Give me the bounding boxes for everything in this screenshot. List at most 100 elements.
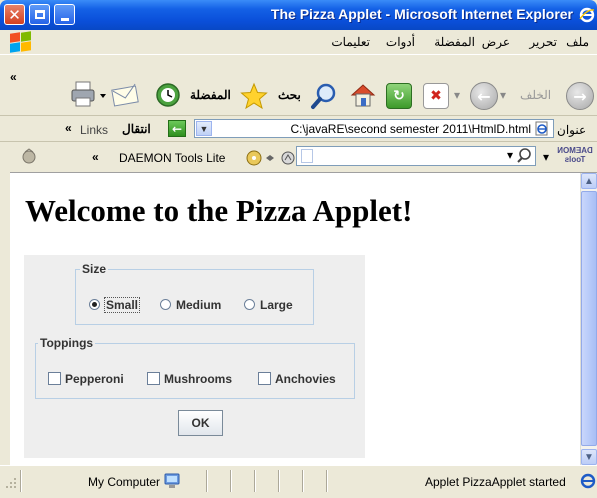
history-icon — [156, 83, 180, 107]
print-button[interactable] — [70, 80, 110, 110]
menu-bar: ملف تحرير عرض المفضلة أدوات تعليمات — [0, 30, 597, 55]
checkbox-mushrooms[interactable]: Mushrooms — [147, 371, 247, 387]
maximize-window-button[interactable] — [29, 4, 50, 25]
mail-icon — [111, 83, 139, 107]
radio-medium-indicator — [160, 299, 171, 310]
address-label: عنوان — [557, 123, 587, 137]
forward-arrow-icon: ← — [477, 86, 491, 106]
daemon-controls[interactable] — [244, 148, 304, 168]
daemon-menu-arrow-icon[interactable]: ▾ — [543, 150, 549, 164]
daemon-chevron[interactable]: « — [92, 150, 99, 164]
status-separator — [302, 470, 304, 492]
checkbox-pepperoni-label: Pepperoni — [65, 372, 124, 386]
daemon-search-dropdown-icon[interactable]: ▾ — [507, 148, 513, 162]
scroll-up-button[interactable]: ▲ — [581, 173, 597, 189]
checkbox-pepperoni[interactable]: Pepperoni — [48, 371, 136, 387]
daemon-search-field[interactable]: ▾ — [296, 146, 536, 166]
radio-medium-label: Medium — [176, 298, 222, 312]
menu-edit[interactable]: تحرير — [529, 35, 557, 49]
status-separator — [326, 470, 328, 492]
menu-help[interactable]: تعليمات — [331, 35, 370, 49]
resize-grip-icon[interactable] — [4, 472, 18, 490]
status-zone: My Computer — [88, 475, 161, 489]
radio-large-label: Large — [260, 298, 293, 312]
go-label: انتقال — [122, 122, 151, 136]
radio-small-label: Small — [104, 297, 141, 313]
checkbox-pepperoni-box — [48, 372, 61, 385]
status-text: Applet PizzaApplet started — [425, 475, 566, 489]
forward-dropdown-arrow-icon[interactable]: ▾ — [454, 88, 460, 102]
home-button[interactable] — [348, 80, 378, 110]
radio-medium[interactable]: Medium — [160, 297, 232, 313]
ie-status-icon — [580, 473, 596, 489]
daemon-lite-label[interactable]: DAEMON Tools Lite — [119, 151, 225, 165]
disc-icon — [246, 150, 295, 166]
stop-button[interactable]: ✖ — [423, 83, 449, 109]
address-dropdown-arrow-icon[interactable]: ▼ — [196, 121, 212, 136]
links-chevron[interactable]: « — [65, 121, 72, 135]
checkbox-anchovies-box — [258, 372, 271, 385]
go-arrow-icon: ← — [168, 120, 186, 137]
refresh-button[interactable]: ↻ — [386, 83, 412, 109]
back-arrow-icon: → — [566, 82, 594, 110]
search-icon — [311, 83, 336, 109]
address-url: C:\javaRE\second semester 2011\HtmlD.htm… — [290, 122, 531, 136]
minimize-icon — [60, 17, 69, 21]
toolbar-overflow-chevron[interactable]: « — [10, 70, 17, 84]
printer-icon — [71, 81, 106, 107]
mail-button[interactable] — [110, 80, 140, 110]
page-icon — [534, 121, 550, 136]
chevron-up-icon: ▲ — [584, 175, 594, 187]
home-icon — [350, 84, 376, 107]
size-legend: Size — [80, 262, 109, 276]
left-frame — [0, 172, 10, 465]
checkbox-mushrooms-label: Mushrooms — [164, 372, 233, 386]
radio-selected-dot — [92, 302, 97, 307]
radio-small-indicator — [89, 299, 100, 310]
computer-icon — [164, 473, 180, 489]
star-icon — [240, 82, 268, 110]
search-button[interactable]: بحث — [278, 80, 340, 110]
scroll-thumb[interactable] — [581, 191, 597, 446]
go-button[interactable]: انتقال ← — [118, 119, 190, 139]
menu-favorites[interactable]: المفضلة — [434, 35, 475, 49]
refresh-icon: ↻ — [393, 88, 405, 104]
status-separator — [206, 470, 208, 492]
ok-button[interactable]: OK — [178, 410, 223, 436]
links-label[interactable]: Links — [80, 123, 108, 137]
radio-small[interactable]: Small — [89, 297, 151, 313]
forward-button[interactable]: ← — [470, 82, 498, 110]
address-field[interactable]: ▼ C:\javaRE\second semester 2011\HtmlD.h… — [194, 119, 554, 138]
checkbox-anchovies-label: Anchovies — [275, 372, 336, 386]
status-separator — [230, 470, 232, 492]
status-separator — [278, 470, 280, 492]
chevron-down-icon: ▼ — [584, 451, 594, 463]
menu-tools[interactable]: أدوات — [386, 35, 415, 49]
back-button[interactable]: الخلف → — [514, 82, 594, 110]
scroll-down-button[interactable]: ▼ — [581, 449, 597, 465]
daemon-search-icon[interactable] — [516, 147, 532, 169]
back-label: الخلف — [520, 88, 552, 102]
page-heading: Welcome to the Pizza Applet! — [25, 193, 413, 228]
back-dropdown-arrow-icon[interactable]: ▾ — [500, 88, 506, 102]
radio-large[interactable]: Large — [244, 297, 304, 313]
close-icon: ✕ — [8, 5, 21, 24]
history-button[interactable] — [153, 80, 183, 110]
window-title: The Pizza Applet - Microsoft Internet Ex… — [270, 6, 573, 22]
daemon-search-input[interactable] — [301, 149, 313, 163]
menu-view[interactable]: عرض — [482, 35, 510, 49]
ie-logo-icon — [579, 7, 595, 23]
maximize-icon — [34, 10, 45, 19]
favorites-button[interactable]: المفضلة — [190, 80, 270, 110]
menu-file[interactable]: ملف — [566, 35, 589, 49]
close-window-button[interactable]: ✕ — [4, 4, 25, 25]
status-separator — [20, 470, 22, 492]
vertical-scrollbar[interactable]: ▲ ▼ — [580, 173, 597, 465]
minimize-window-button[interactable] — [54, 4, 75, 25]
toppings-legend: Toppings — [38, 336, 96, 350]
search-label: بحث — [278, 88, 301, 102]
windows-logo-icon — [8, 31, 31, 53]
stop-icon: ✖ — [430, 88, 442, 104]
favorites-label: المفضلة — [190, 88, 231, 102]
checkbox-anchovies[interactable]: Anchovies — [258, 371, 348, 387]
